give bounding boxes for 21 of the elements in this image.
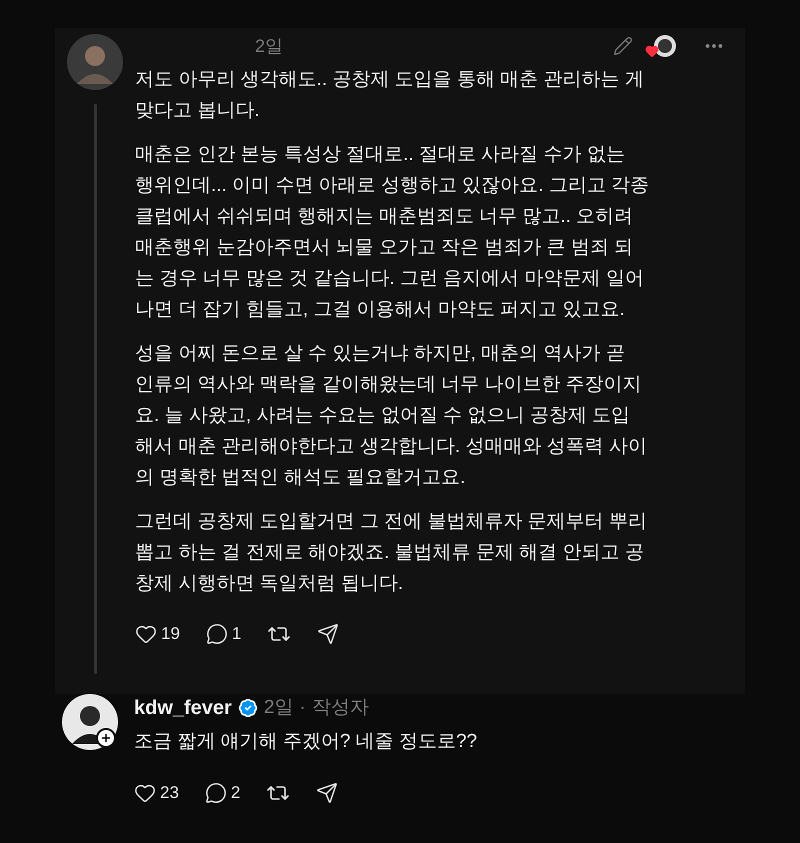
separator: · (299, 696, 306, 720)
share-icon[interactable] (317, 622, 340, 645)
share-icon[interactable] (316, 782, 338, 804)
comment-paragraph: 그런데 공창제 도입할거면 그 전에 불법체류자 문제부터 뿌리 뽑고 하는 걸 전제로 해야겠죠. 불법체류 문제 해결 안되고 공 창제 시행하면 독일처럼 됩니다. (135, 510, 648, 596)
comment-paragraph: 매춘은 인간 본능 특성상 절대로.. 절대로 사라질 수가 없는 행위인데... 이미 수면 아래로 성행하고 있잖아요. 그리고 각종 클럽에서 쉬쉬되며 행해지는 매춘범죄도 너무 많고.. 오히려 매춘행위 눈감아주면서 뇌물 오가고 작은 범죄가 큰 범죄 되 는 경우 너무 많은 것 같습니다. 그런 음지에서 마약문제 일어 나면 더 잡기 힘들고, 그걸 이용해서 마약도 퍼지고 있고요. (135, 143, 650, 322)
comment-icon (204, 782, 227, 804)
author-label: 작성자 (312, 696, 369, 720)
edit-icon[interactable] (613, 36, 633, 56)
comment-paragraph: 저도 아무리 생각해도.. 공창제 도입을 통해 매춘 관리하는 게 맞다고 봅니다. (135, 68, 645, 123)
timestamp: 2일 (255, 34, 284, 58)
reply-button[interactable]: 2 (204, 780, 240, 806)
avatar[interactable] (62, 694, 118, 750)
username[interactable]: kdw_fever (134, 693, 232, 723)
like-button[interactable]: 19 (135, 621, 180, 646)
like-button[interactable]: 23 (134, 780, 179, 806)
reply-text: 조금 짧게 얘기해 주겠어? 네줄 정도로?? (134, 730, 478, 754)
reply-button[interactable]: 1 (206, 621, 242, 646)
comment-paragraph: 성을 어찌 돈으로 살 수 있는거냐 하지만, 매춘의 역사가 곧 인류의 역사와 맥락을 같이해왔는데 너무 나이브한 주장이지 요. 늘 사왔고, 사려는 수요는 없어질 수 없으니 공창제 도입 해서 매춘 관리해야한다고 생각합니다. 성매매와 성폭력 사이 의 명확한 법적인 해석도 필요할거고요. (135, 342, 648, 490)
timestamp: 2일 (264, 696, 294, 720)
author-avatar (653, 34, 677, 58)
comment-icon (206, 622, 228, 645)
